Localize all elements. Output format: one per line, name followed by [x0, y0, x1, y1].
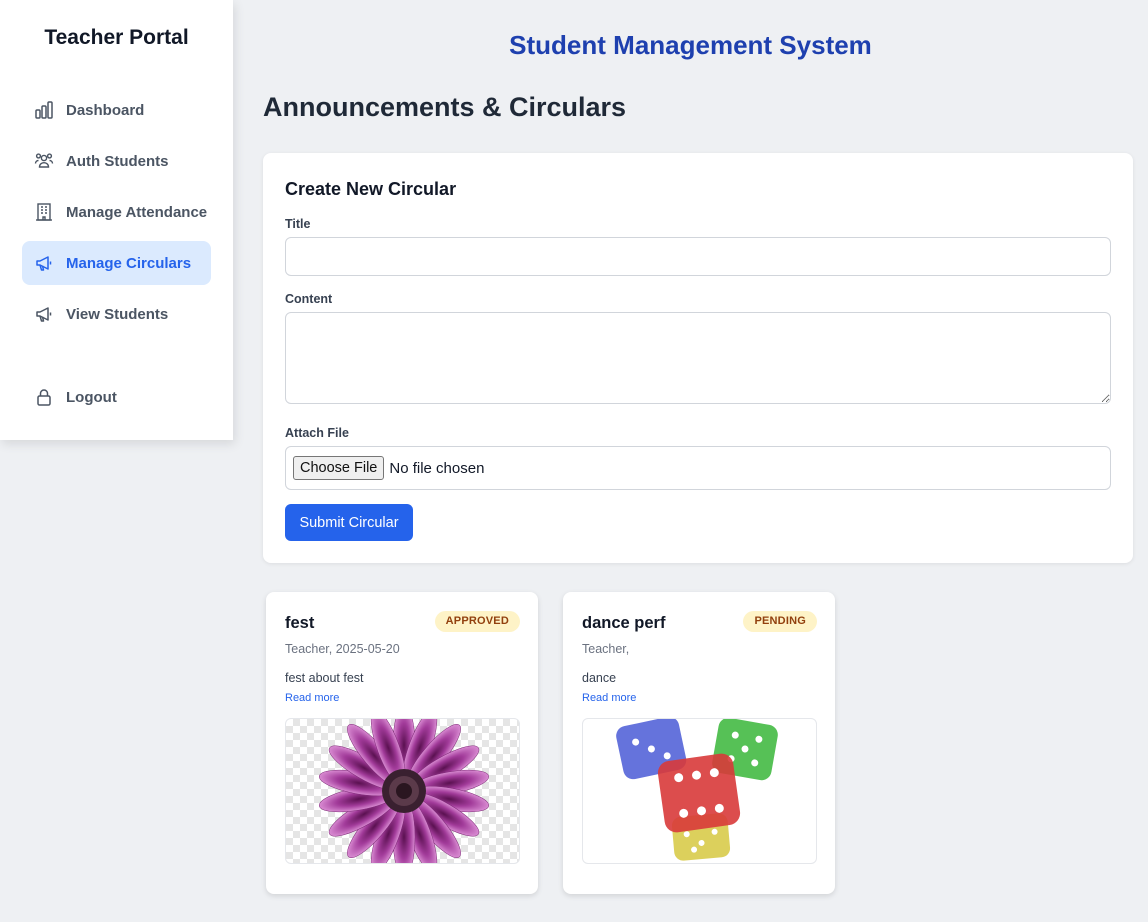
- choose-file-button[interactable]: Choose File: [293, 456, 385, 480]
- circular-title: fest: [285, 614, 315, 632]
- title-input[interactable]: [285, 237, 1111, 276]
- submit-circular-button[interactable]: Submit Circular: [285, 504, 413, 541]
- sidebar-item-view-students[interactable]: View Students: [22, 292, 211, 336]
- content-label: Content: [285, 292, 333, 306]
- circular-body: fest about fest: [285, 671, 364, 685]
- sidebar-item-label: Manage Attendance: [66, 203, 208, 221]
- sidebar-item-auth-students[interactable]: Auth Students: [22, 139, 211, 183]
- system-title: Student Management System: [509, 30, 872, 60]
- sidebar-item-dashboard[interactable]: Dashboard: [22, 88, 211, 132]
- circular-meta: Teacher, 2025-05-20: [285, 642, 400, 656]
- title-label: Title: [285, 217, 311, 231]
- status-badge: PENDING: [743, 611, 817, 632]
- sidebar-item-label: Dashboard: [66, 101, 145, 119]
- circular-title: dance perf: [582, 614, 666, 632]
- status-badge: APPROVED: [434, 611, 520, 632]
- file-status: No file chosen: [389, 459, 485, 477]
- flower-image: [319, 719, 489, 863]
- attach-file-label: Attach File: [285, 426, 349, 440]
- circular-card: dance perf PENDING Teacher, dance Read m…: [563, 592, 835, 894]
- building-icon: [34, 202, 54, 222]
- sidebar-item-label: Auth Students: [66, 152, 169, 170]
- logout-button[interactable]: Logout: [22, 375, 211, 419]
- circular-meta: Teacher,: [582, 642, 630, 656]
- brand-title: Teacher Portal: [44, 26, 189, 49]
- form-heading: Create New Circular: [285, 179, 457, 199]
- circular-image[interactable]: [582, 718, 817, 864]
- bar-chart-icon: [34, 100, 54, 120]
- content-textarea[interactable]: [285, 312, 1111, 404]
- dice-image: [616, 719, 778, 861]
- lock-icon: [34, 387, 54, 407]
- megaphone-icon: [34, 304, 54, 324]
- sidebar-item-label: View Students: [66, 305, 169, 323]
- file-input[interactable]: Choose File No file chosen: [285, 446, 1111, 490]
- sidebar-item-manage-attendance[interactable]: Manage Attendance: [22, 190, 211, 234]
- sidebar-item-label: Manage Circulars: [66, 254, 192, 272]
- page-title: Announcements & Circulars: [263, 92, 627, 122]
- users-icon: [34, 151, 54, 171]
- read-more-link[interactable]: Read more: [582, 692, 636, 704]
- sidebar: Teacher Portal Dashboard Auth Students M…: [0, 0, 233, 440]
- create-circular-form: Create New Circular Title Content Attach…: [263, 153, 1133, 563]
- read-more-link[interactable]: Read more: [285, 692, 339, 704]
- circular-image[interactable]: [285, 718, 520, 864]
- logout-label: Logout: [66, 388, 117, 406]
- circular-card: fest APPROVED Teacher, 2025-05-20 fest a…: [266, 592, 538, 894]
- circular-body: dance: [582, 671, 617, 685]
- sidebar-item-manage-circulars[interactable]: Manage Circulars: [22, 241, 211, 285]
- megaphone-icon: [34, 253, 54, 273]
